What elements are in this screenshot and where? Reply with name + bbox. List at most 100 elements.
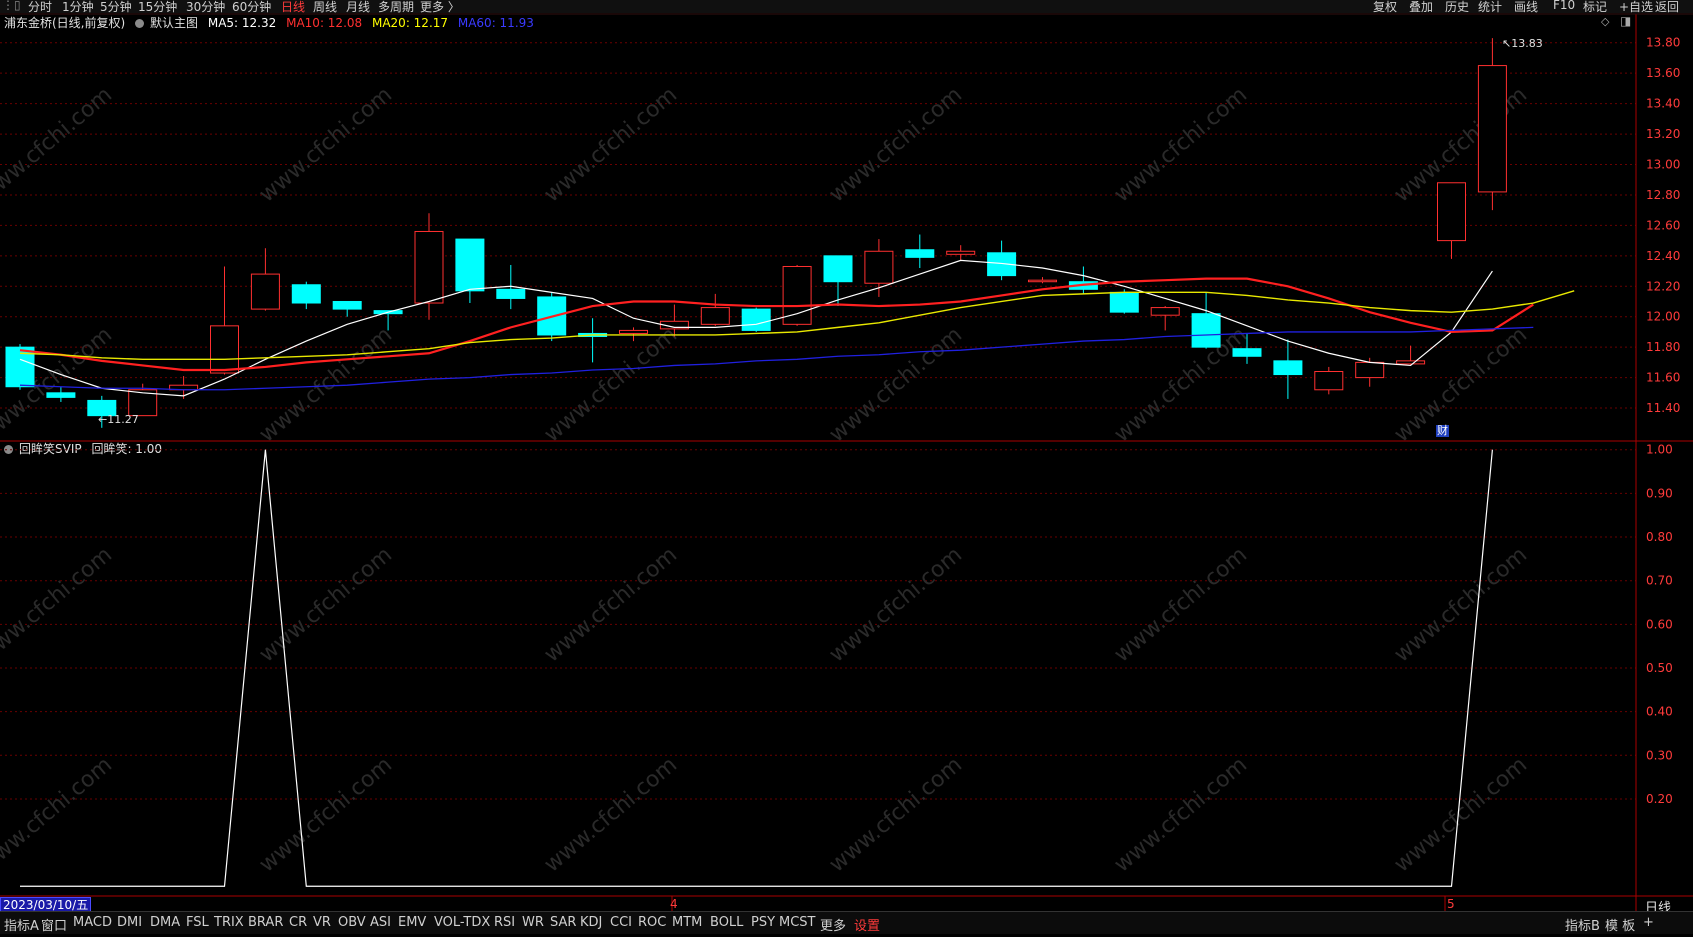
main-y-tick-6: 12.60: [1646, 218, 1680, 232]
ma-line-MA10: [19, 277, 1534, 372]
candle-body-6: [250, 273, 280, 310]
main-y-tick-8: 13.00: [1646, 158, 1680, 172]
candle-body-15: [619, 329, 648, 334]
sub-y-tick-3: 0.50: [1646, 661, 1673, 675]
watermark-14: www.cfchi.com: [540, 542, 682, 667]
indicator-tab-12[interactable]: EMV: [398, 915, 426, 930]
indicator-tab-16[interactable]: SAR: [550, 915, 576, 930]
indicator-tab-4[interactable]: DMA: [150, 915, 180, 930]
candle-body-20: [823, 255, 853, 283]
main-y-tick-1: 11.60: [1646, 371, 1680, 385]
candle-body-29: [1191, 313, 1221, 348]
indicator-tab-15[interactable]: WR: [522, 915, 544, 930]
main-y-tick-4: 12.20: [1646, 279, 1680, 293]
main-y-tick-0: 11.40: [1646, 401, 1680, 415]
sub-y-tick-1: 0.30: [1646, 748, 1673, 762]
indicator-tab-24[interactable]: 更多: [820, 915, 846, 934]
watermark-1: www.cfchi.com: [255, 82, 397, 207]
watermark-7: www.cfchi.com: [255, 322, 397, 447]
candle-body-35: [1437, 182, 1466, 242]
sub-y-tick-6: 0.80: [1646, 530, 1673, 544]
candle-body-28: [1150, 307, 1180, 316]
month-marker-4: 4: [670, 897, 678, 911]
candle-body-5: [210, 325, 239, 374]
indicator-tab-2[interactable]: MACD: [73, 915, 112, 930]
candle-body-7: [291, 284, 321, 304]
indicator-tab-13[interactable]: VOL-TDX: [434, 915, 490, 930]
candle-body-34: [1396, 360, 1426, 365]
candle-body-32: [1314, 371, 1344, 391]
indicator-tab-22[interactable]: PSY: [751, 915, 775, 930]
watermark-4: www.cfchi.com: [1110, 82, 1252, 207]
candle-body-21: [864, 250, 894, 284]
sub-y-tick-8: 1.00: [1646, 443, 1673, 457]
bottom-right-tool-2[interactable]: +: [1643, 915, 1654, 930]
low-price-label: ←11.27: [98, 413, 139, 426]
watermark-3: www.cfchi.com: [825, 82, 967, 207]
indicator-tab-25[interactable]: 设置: [854, 915, 880, 934]
candle-body-31: [1273, 360, 1303, 376]
candle-body-36: [1477, 65, 1507, 193]
indicator-tab-20[interactable]: MTM: [672, 915, 702, 930]
watermark-10: www.cfchi.com: [1110, 322, 1252, 447]
candle-body-11: [455, 238, 485, 292]
watermark-11: www.cfchi.com: [1390, 322, 1532, 447]
watermark-layer: www.cfchi.com www.cfchi.com www.cfchi.com w…: [0, 82, 1532, 877]
sub-y-tick-4: 0.60: [1646, 617, 1673, 631]
indicator-tab-18[interactable]: CCI: [610, 915, 632, 930]
candle-body-27: [1109, 291, 1139, 313]
finance-marker[interactable]: 财: [1436, 425, 1449, 437]
indicator-tab-21[interactable]: BOLL: [710, 915, 743, 930]
candle-body-17: [700, 307, 730, 325]
main-y-tick-5: 12.40: [1646, 249, 1680, 263]
indicator-tab-17[interactable]: KDJ: [580, 915, 602, 930]
candle-body-1: [46, 392, 76, 398]
watermark-20: www.cfchi.com: [540, 752, 682, 877]
watermark-23: www.cfchi.com: [1390, 752, 1532, 877]
watermark-22: www.cfchi.com: [1110, 752, 1252, 877]
main-y-tick-9: 13.20: [1646, 127, 1680, 141]
high-price-label: ↖13.83: [1502, 37, 1543, 50]
indicator-tab-23[interactable]: MCST: [779, 915, 816, 930]
watermark-9: www.cfchi.com: [825, 322, 967, 447]
grid-lines: [0, 42, 1636, 800]
watermark-17: www.cfchi.com: [1390, 542, 1532, 667]
watermark-19: www.cfchi.com: [255, 752, 397, 877]
watermark-18: www.cfchi.com: [0, 752, 117, 877]
candle-body-12: [496, 288, 526, 299]
indicator-tab-14[interactable]: RSI: [494, 915, 515, 930]
indicator-tab-8[interactable]: CR: [289, 915, 307, 930]
indicator-tab-0[interactable]: 指标A: [4, 915, 39, 934]
watermark-16: www.cfchi.com: [1110, 542, 1252, 667]
indicator-tab-11[interactable]: ASI: [370, 915, 391, 930]
kline-chart[interactable]: www.cfchi.com www.cfchi.com www.cfchi.com w…: [0, 0, 1693, 937]
candle-body-10: [414, 230, 444, 304]
indicator-tab-10[interactable]: OBV: [338, 915, 366, 930]
indicator-tab-7[interactable]: BRAR: [248, 915, 283, 930]
sub-y-tick-0: 0.20: [1646, 792, 1673, 806]
main-y-tick-2: 11.80: [1646, 340, 1680, 354]
watermark-21: www.cfchi.com: [825, 752, 967, 877]
month-marker-5: 5: [1447, 897, 1455, 911]
watermark-12: www.cfchi.com: [0, 542, 117, 667]
indicator-tab-1[interactable]: 窗口: [41, 915, 67, 934]
candle-body-8: [332, 300, 362, 310]
indicator-tab-19[interactable]: ROC: [638, 915, 666, 930]
main-y-tick-7: 12.80: [1646, 188, 1680, 202]
bottom-right-tool-1[interactable]: 模 板: [1605, 915, 1635, 934]
indicator-tab-9[interactable]: VR: [313, 915, 331, 930]
watermark-0: www.cfchi.com: [0, 82, 117, 207]
sub-y-tick-7: 0.90: [1646, 486, 1673, 500]
candle-body-30: [1232, 348, 1262, 357]
candle-body-22: [905, 249, 935, 258]
indicator-tab-6[interactable]: TRIX: [214, 915, 244, 930]
candle-body-18: [741, 308, 771, 331]
watermark-2: www.cfchi.com: [540, 82, 682, 207]
indicator-tab-3[interactable]: DMI: [117, 915, 142, 930]
sub-y-tick-5: 0.70: [1646, 574, 1673, 588]
axis-labels-layer: 11.40 11.60 11.80 12.00 12.20 12.40 12.60 12.80…: [1646, 36, 1680, 806]
bottom-right-tool-0[interactable]: 指标B: [1565, 915, 1600, 934]
indicator-tab-5[interactable]: FSL: [186, 915, 209, 930]
main-y-tick-12: 13.80: [1646, 36, 1680, 50]
candle-body-25: [1028, 279, 1057, 283]
